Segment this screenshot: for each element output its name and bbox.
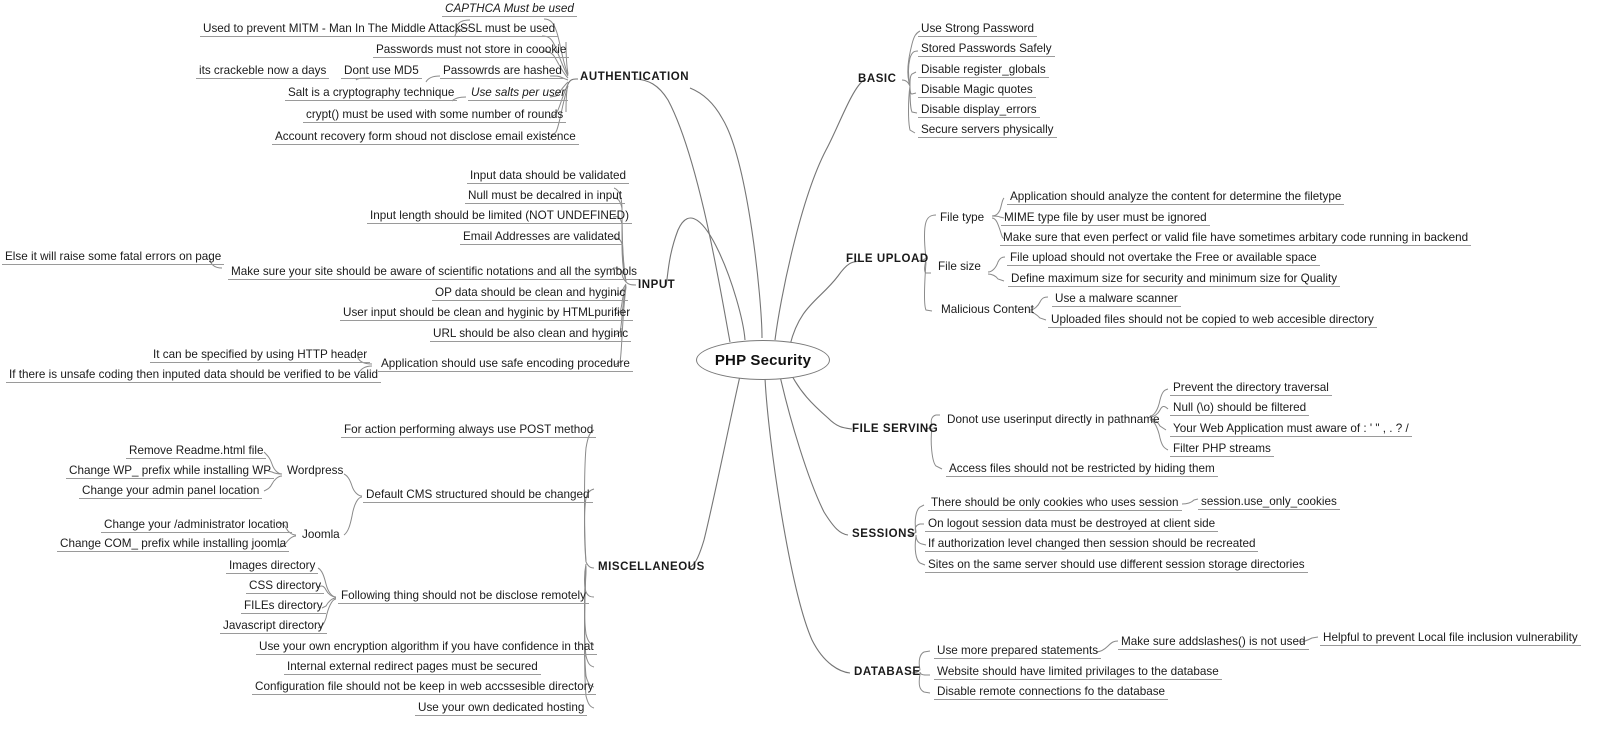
node-input-length-limited[interactable]: Input length should be limited (NOT UNDE… <box>367 209 632 224</box>
node-file-upload-not-copied[interactable]: Uploaded files should not be copied to w… <box>1048 313 1377 328</box>
node-authentication-crackable[interactable]: its crackeble now a days <box>196 64 330 79</box>
node-sessions-only-cookies[interactable]: There should be only cookies who uses se… <box>928 496 1182 511</box>
node-authentication-captcha[interactable]: CAPTHCA Must be used <box>442 2 577 17</box>
node-file-serving-directory-traversal[interactable]: Prevent the directory traversal <box>1170 381 1332 396</box>
node-file-serving-pathname[interactable]: Donot use userinput directly in pathname <box>944 413 1162 427</box>
node-input-scientific-notations[interactable]: Make sure your site should be aware of s… <box>228 265 641 280</box>
node-authentication-crypt[interactable]: crypt() must be used with some number of… <box>303 108 567 123</box>
node-authentication-salt-technique[interactable]: Salt is a cryptography technique <box>285 86 458 101</box>
branch-miscellaneous[interactable]: MISCELLANEOUS <box>598 561 705 573</box>
node-misc-disclose-remotely[interactable]: Following thing should not be disclose r… <box>338 589 589 604</box>
node-misc-admin-panel-location[interactable]: Change your admin panel location <box>79 484 263 499</box>
node-input-url-clean[interactable]: URL should be also clean and hyginic <box>430 327 632 342</box>
node-basic-display-errors[interactable]: Disable display_errors <box>918 103 1040 118</box>
node-authentication-md5[interactable]: Dont use MD5 <box>341 64 422 79</box>
node-misc-wordpress[interactable]: Wordpress <box>284 464 346 478</box>
branch-sessions[interactable]: SESSIONS <box>852 528 915 540</box>
node-database-limited-privileges[interactable]: Website should have limited privilages t… <box>934 665 1222 680</box>
node-authentication-ssl[interactable]: SSL must be used <box>457 22 559 37</box>
node-authentication-account-recovery[interactable]: Account recovery form shoud not disclose… <box>272 130 579 145</box>
node-input-htmlpurifier[interactable]: User input should be clean and hyginic b… <box>340 306 634 321</box>
branch-database[interactable]: DATABASE <box>854 666 921 678</box>
branch-file-serving[interactable]: FILE SERVING <box>852 423 938 435</box>
node-sessions-logout-destroy[interactable]: On logout session data must be destroyed… <box>925 517 1219 532</box>
node-file-upload-arbitary-code[interactable]: Make sure that even perfect or valid fil… <box>1000 231 1472 246</box>
node-file-upload-free-space[interactable]: File upload should not overtake the Free… <box>1007 251 1320 266</box>
node-misc-files-directory[interactable]: FILEs directory <box>241 599 326 614</box>
node-misc-default-cms[interactable]: Default CMS structured should be changed <box>363 488 593 503</box>
node-input-fatal-errors[interactable]: Else it will raise some fatal errors on … <box>2 250 225 265</box>
node-misc-javascript-directory[interactable]: Javascript directory <box>220 619 327 634</box>
node-basic-register-globals[interactable]: Disable register_globals <box>918 63 1049 78</box>
center-node-label: PHP Security <box>714 351 812 369</box>
node-file-upload-file-type[interactable]: File type <box>937 211 987 225</box>
node-file-upload-malware-scanner[interactable]: Use a malware scanner <box>1052 292 1181 307</box>
node-authentication-hashed[interactable]: Passowrds are hashed <box>440 64 565 79</box>
node-input-op-data[interactable]: OP data should be clean and hyginic <box>432 286 629 301</box>
branch-input[interactable]: INPUT <box>638 279 675 291</box>
node-database-lfi-vulnerability[interactable]: Helpful to prevent Local file inclusion … <box>1320 631 1581 646</box>
node-misc-dedicated-hosting[interactable]: Use your own dedicated hosting <box>415 701 588 716</box>
node-sessions-authorization-recreate[interactable]: If authorization level changed then sess… <box>925 537 1259 552</box>
node-database-addslashes[interactable]: Make sure addslashes() is not used <box>1118 635 1309 650</box>
center-node[interactable]: PHP Security <box>696 340 830 380</box>
node-input-validated[interactable]: Input data should be validated <box>467 169 629 184</box>
node-file-upload-file-size[interactable]: File size <box>935 260 984 274</box>
node-basic-secure-servers[interactable]: Secure servers physically <box>918 123 1057 138</box>
node-file-serving-hiding-them[interactable]: Access files should not be restricted by… <box>946 462 1218 477</box>
node-misc-config-file[interactable]: Configuration file should not be keep in… <box>252 680 597 695</box>
node-misc-own-encryption[interactable]: Use your own encryption algorithm if you… <box>256 640 597 655</box>
branch-basic[interactable]: BASIC <box>858 73 897 85</box>
node-input-email-validated[interactable]: Email Addresses are validated <box>460 230 624 245</box>
node-sessions-use-only-cookies-directive[interactable]: session.use_only_cookies <box>1198 495 1340 510</box>
node-misc-administrator-location[interactable]: Change your /administrator location <box>101 518 292 533</box>
node-database-disable-remote[interactable]: Disable remote connections fo the databa… <box>934 685 1169 700</box>
node-file-serving-null-filtered[interactable]: Null (\o) should be filtered <box>1170 401 1310 416</box>
node-file-upload-analyze-content[interactable]: Application should analyze the content f… <box>1007 190 1345 205</box>
node-misc-post-method[interactable]: For action performing always use POST me… <box>341 423 597 438</box>
node-basic-strong-password[interactable]: Use Strong Password <box>918 22 1038 37</box>
node-misc-redirect-pages[interactable]: Internal external redirect pages must be… <box>284 660 541 675</box>
node-input-unsafe-coding[interactable]: If there is unsafe coding then inputed d… <box>6 368 382 383</box>
node-database-prepared-statements[interactable]: Use more prepared statements <box>934 644 1102 659</box>
node-authentication-cookie[interactable]: Passwords must not store in coookie <box>373 43 570 58</box>
branch-file-upload[interactable]: FILE UPLOAD <box>846 253 929 265</box>
node-file-upload-malicious-content[interactable]: Malicious Content <box>938 303 1037 317</box>
node-basic-stored-safely[interactable]: Stored Passwords Safely <box>918 42 1055 57</box>
node-file-serving-aware-chars[interactable]: Your Web Application must aware of : ' "… <box>1170 422 1412 437</box>
node-input-null-declared[interactable]: Null must be decalred in input <box>465 189 625 204</box>
mindmap-canvas: PHP Security AUTHENTICATION CAPTHCA Must… <box>0 0 1600 732</box>
node-misc-images-directory[interactable]: Images directory <box>226 559 319 574</box>
node-sessions-storage-directories[interactable]: Sites on the same server should use diff… <box>925 558 1308 573</box>
node-input-safe-encoding[interactable]: Application should use safe encoding pro… <box>378 357 633 372</box>
node-basic-magic-quotes[interactable]: Disable Magic quotes <box>918 83 1036 98</box>
node-file-upload-mime-ignored[interactable]: MIME type file by user must be ignored <box>1001 211 1210 226</box>
node-misc-wp-prefix[interactable]: Change WP_ prefix while installing WP <box>66 464 275 479</box>
node-file-upload-max-size[interactable]: Define maximum size for security and min… <box>1008 272 1341 287</box>
node-misc-remove-readme[interactable]: Remove Readme.html file <box>126 444 267 459</box>
node-misc-joomla[interactable]: Joomla <box>299 528 343 542</box>
node-authentication-mitm[interactable]: Used to prevent MITM - Man In The Middle… <box>200 22 464 37</box>
node-file-serving-filter-streams[interactable]: Filter PHP streams <box>1170 442 1274 457</box>
node-misc-com-prefix[interactable]: Change COM_ prefix while installing joom… <box>57 537 290 552</box>
node-input-http-header[interactable]: It can be specified by using HTTP header <box>150 348 371 363</box>
node-authentication-salts-per-user[interactable]: Use salts per user <box>468 86 569 101</box>
branch-authentication[interactable]: AUTHENTICATION <box>580 71 689 83</box>
node-misc-css-directory[interactable]: CSS directory <box>246 579 325 594</box>
